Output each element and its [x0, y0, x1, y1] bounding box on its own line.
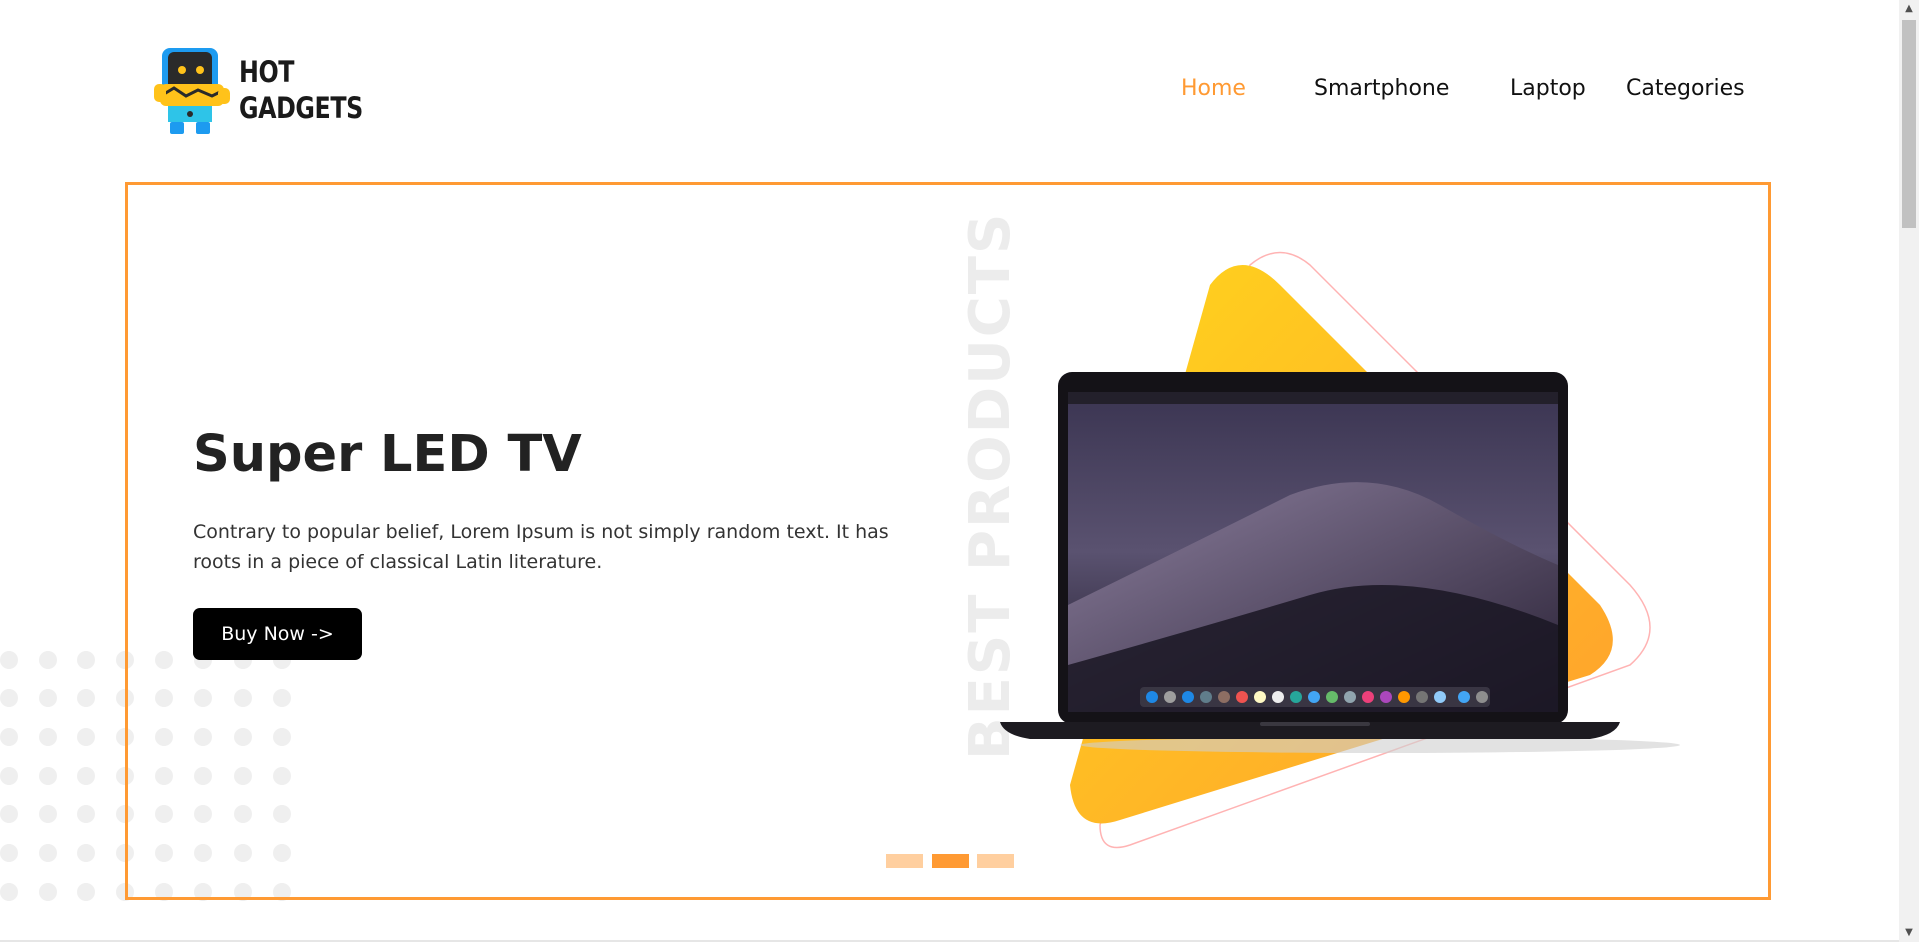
buy-now-button[interactable]: Buy Now -> — [193, 608, 362, 660]
brand-line-2: GADGETS — [239, 91, 363, 125]
hero-title: Super LED TV — [193, 425, 582, 484]
carousel-dot-1[interactable] — [886, 854, 923, 868]
nav-item-home[interactable]: Home — [1181, 76, 1246, 101]
carousel-dot-2-active[interactable] — [932, 854, 969, 868]
brand-line-1: HOT — [239, 55, 295, 89]
header: HOT GADGETS Home Smartphone Laptop Categ… — [0, 0, 1899, 180]
scrollbar-thumb[interactable] — [1902, 20, 1916, 228]
hero-description: Contrary to popular belief, Lorem Ipsum … — [193, 521, 889, 573]
arrow-up-icon[interactable]: ▲ — [1899, 0, 1919, 18]
robot-mascot-icon — [154, 48, 230, 134]
brand-logo[interactable]: HOT GADGETS — [152, 46, 363, 138]
hero-product-illustration — [1000, 251, 1680, 849]
nav-item-categories[interactable]: Categories — [1626, 76, 1745, 101]
page-scrollbar[interactable]: ▲ ▼ — [1899, 0, 1919, 942]
carousel-dot-3[interactable] — [977, 854, 1014, 868]
arrow-down-icon[interactable]: ▼ — [1899, 924, 1919, 942]
nav-item-laptop[interactable]: Laptop — [1510, 76, 1586, 101]
nav-item-smartphone[interactable]: Smartphone — [1314, 76, 1449, 101]
brand-wordmark: HOT GADGETS — [239, 54, 363, 126]
